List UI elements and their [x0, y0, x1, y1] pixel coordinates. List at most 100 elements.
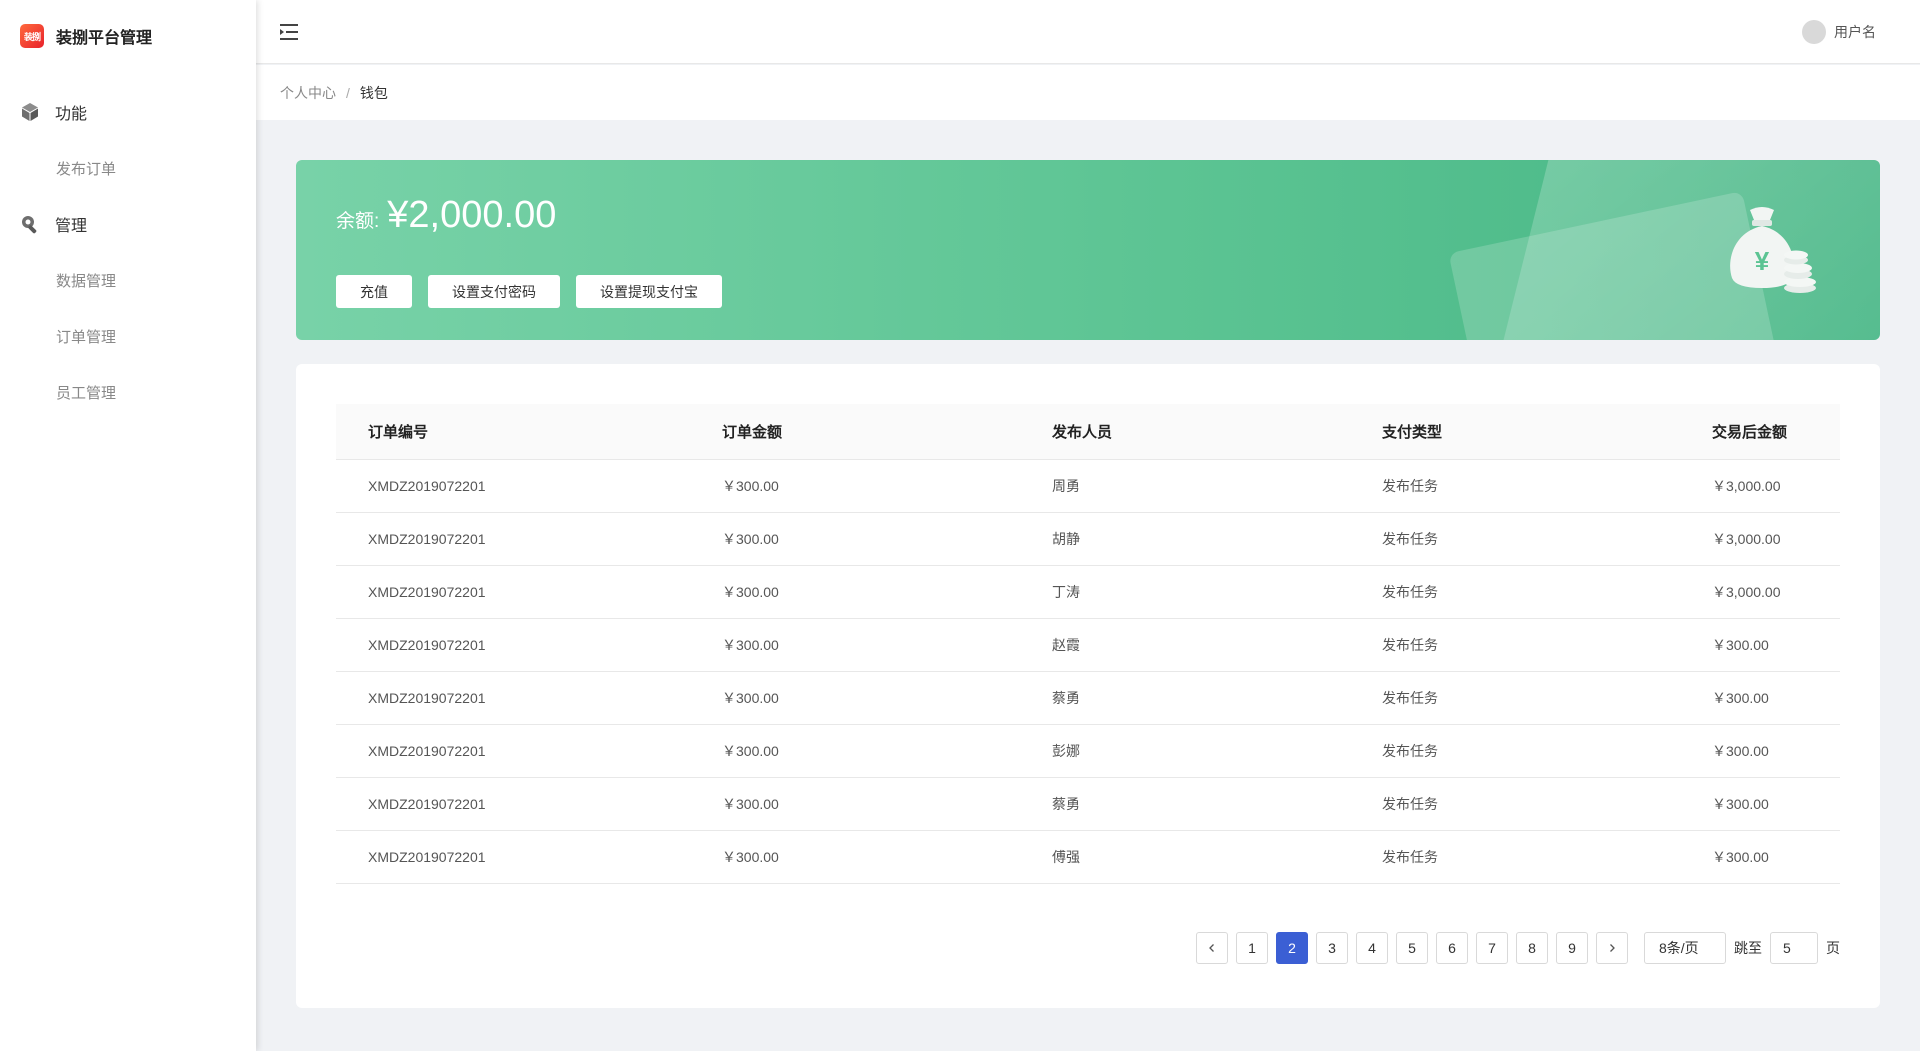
- payment-type-cell: 发布任务: [1382, 584, 1438, 600]
- order-amount-cell: ￥300.00: [722, 478, 779, 494]
- page-button-7[interactable]: 7: [1476, 932, 1508, 964]
- app-title: 装捌平台管理: [56, 30, 153, 47]
- menu-group-label: 管理: [55, 218, 88, 235]
- page-button-6[interactable]: 6: [1436, 932, 1468, 964]
- payment-type-cell: 发布任务: [1382, 743, 1438, 759]
- menu-group-label: 功能: [55, 106, 88, 123]
- publisher-cell: 蔡勇: [1052, 796, 1080, 812]
- column-order-amount: 订单金额: [722, 424, 783, 441]
- cube-icon: [20, 102, 40, 122]
- page-button-3[interactable]: 3: [1316, 932, 1348, 964]
- prev-page-button[interactable]: [1196, 932, 1228, 964]
- chevron-left-icon: [1209, 944, 1214, 952]
- menu-group-management[interactable]: 管理: [0, 196, 256, 252]
- balance-after-cell: ￥300.00: [1712, 796, 1769, 812]
- page-unit-label: 页: [1826, 940, 1840, 956]
- breadcrumb: 个人中心 / 钱包: [256, 65, 1920, 120]
- table-row: XMDZ2019072201 ￥300.00 周勇 发布任务 ￥3,000.00: [336, 460, 1840, 513]
- sidebar-menu: 功能 发布订单 管理 数据管理 订单管理 员工管理: [0, 84, 256, 420]
- balance-after-cell: ￥300.00: [1712, 743, 1769, 759]
- page-numbers: 123456789: [1228, 932, 1588, 964]
- menu-fold-icon[interactable]: [280, 22, 298, 42]
- publisher-cell: 傅强: [1052, 849, 1080, 865]
- column-payment-type: 支付类型: [1382, 424, 1443, 441]
- table-row: XMDZ2019072201 ￥300.00 蔡勇 发布任务 ￥300.00: [336, 778, 1840, 831]
- avatar: [1802, 20, 1826, 44]
- balance-after-cell: ￥300.00: [1712, 849, 1769, 865]
- payment-type-cell: 发布任务: [1382, 531, 1438, 547]
- balance-amount: ¥2,000.00: [387, 194, 557, 236]
- page-button-2[interactable]: 2: [1276, 932, 1308, 964]
- table-row: XMDZ2019072201 ￥300.00 傅强 发布任务 ￥300.00: [336, 831, 1840, 884]
- svg-text:¥: ¥: [1755, 246, 1770, 276]
- order-amount-cell: ￥300.00: [722, 743, 779, 759]
- wrench-icon: [20, 214, 40, 234]
- wallet-card: 余额: ¥2,000.00 充值 设置支付密码 设置提现支付宝 ¥: [296, 160, 1880, 340]
- page-button-1[interactable]: 1: [1236, 932, 1268, 964]
- order-number-cell: XMDZ2019072201: [368, 849, 486, 865]
- transactions-table: 订单编号 订单金额 发布人员 支付类型 交易后金额 XMDZ2019072201…: [336, 404, 1840, 884]
- publisher-cell: 彭娜: [1052, 743, 1080, 759]
- table-header: 订单编号 订单金额 发布人员 支付类型 交易后金额: [336, 404, 1840, 460]
- next-page-button[interactable]: [1596, 932, 1628, 964]
- order-amount-cell: ￥300.00: [722, 796, 779, 812]
- page-button-5[interactable]: 5: [1396, 932, 1428, 964]
- brand[interactable]: 装捌 装捌平台管理: [0, 0, 256, 72]
- table-row: XMDZ2019072201 ￥300.00 赵霞 发布任务 ￥300.00: [336, 619, 1840, 672]
- sidebar-item-staff-management[interactable]: 员工管理: [0, 364, 256, 420]
- page-size-select[interactable]: 8条/页: [1644, 932, 1726, 964]
- payment-type-cell: 发布任务: [1382, 637, 1438, 653]
- sidebar-item-order-management[interactable]: 订单管理: [0, 308, 256, 364]
- payment-type-cell: 发布任务: [1382, 796, 1438, 812]
- balance-after-cell: ￥300.00: [1712, 690, 1769, 706]
- order-amount-cell: ￥300.00: [722, 690, 779, 706]
- table-row: XMDZ2019072201 ￥300.00 胡静 发布任务 ￥3,000.00: [336, 513, 1840, 566]
- recharge-button[interactable]: 充值: [336, 275, 412, 308]
- balance-label: 余额:: [336, 211, 380, 232]
- order-amount-cell: ￥300.00: [722, 637, 779, 653]
- chevron-right-icon: [1610, 944, 1615, 952]
- balance-after-cell: ￥3,000.00: [1712, 478, 1781, 494]
- order-number-cell: XMDZ2019072201: [368, 584, 486, 600]
- column-balance-after: 交易后金额: [1712, 424, 1788, 441]
- page-button-8[interactable]: 8: [1516, 932, 1548, 964]
- table-row: XMDZ2019072201 ￥300.00 丁涛 发布任务 ￥3,000.00: [336, 566, 1840, 619]
- order-number-cell: XMDZ2019072201: [368, 478, 486, 494]
- column-publisher: 发布人员: [1052, 424, 1113, 441]
- table-body: XMDZ2019072201 ￥300.00 周勇 发布任务 ￥3,000.00 XMDZ…: [336, 460, 1840, 884]
- jump-page-input[interactable]: [1770, 932, 1818, 964]
- set-payment-password-button[interactable]: 设置支付密码: [428, 275, 560, 308]
- menu-group-functions[interactable]: 功能: [0, 84, 256, 140]
- top-header: 用户名: [256, 0, 1920, 64]
- payment-type-cell: 发布任务: [1382, 478, 1438, 494]
- table-row: XMDZ2019072201 ￥300.00 彭娜 发布任务 ￥300.00: [336, 725, 1840, 778]
- publisher-cell: 蔡勇: [1052, 690, 1080, 706]
- publisher-cell: 丁涛: [1052, 584, 1080, 600]
- sidebar-item-data-management[interactable]: 数据管理: [0, 252, 256, 308]
- page-button-9[interactable]: 9: [1556, 932, 1588, 964]
- username: 用户名: [1834, 24, 1876, 40]
- jump-label: 跳至: [1734, 940, 1762, 956]
- balance-after-cell: ￥300.00: [1712, 637, 1769, 653]
- order-number-cell: XMDZ2019072201: [368, 637, 486, 653]
- column-order-number: 订单编号: [368, 424, 429, 441]
- balance-after-cell: ￥3,000.00: [1712, 531, 1781, 547]
- breadcrumb-current: 钱包: [359, 84, 388, 101]
- sidebar: 装捌 装捌平台管理 功能 发布订单 管理 数据管理 订单管理 员工管理: [0, 0, 256, 1051]
- order-number-cell: XMDZ2019072201: [368, 690, 486, 706]
- order-number-cell: XMDZ2019072201: [368, 743, 486, 759]
- order-number-cell: XMDZ2019072201: [368, 796, 486, 812]
- page-button-4[interactable]: 4: [1356, 932, 1388, 964]
- breadcrumb-parent[interactable]: 个人中心: [280, 83, 336, 103]
- breadcrumb-separator: /: [346, 84, 350, 101]
- balance-after-cell: ￥3,000.00: [1712, 584, 1781, 600]
- set-alipay-withdraw-button[interactable]: 设置提现支付宝: [576, 275, 722, 308]
- publisher-cell: 胡静: [1052, 531, 1080, 547]
- order-number-cell: XMDZ2019072201: [368, 531, 486, 547]
- user-menu[interactable]: 用户名: [1802, 20, 1876, 44]
- publisher-cell: 赵霞: [1052, 637, 1080, 653]
- payment-type-cell: 发布任务: [1382, 849, 1438, 865]
- money-bag-icon: ¥: [1720, 202, 1824, 298]
- sidebar-item-publish-order[interactable]: 发布订单: [0, 140, 256, 196]
- balance: 余额: ¥2,000.00: [336, 194, 556, 237]
